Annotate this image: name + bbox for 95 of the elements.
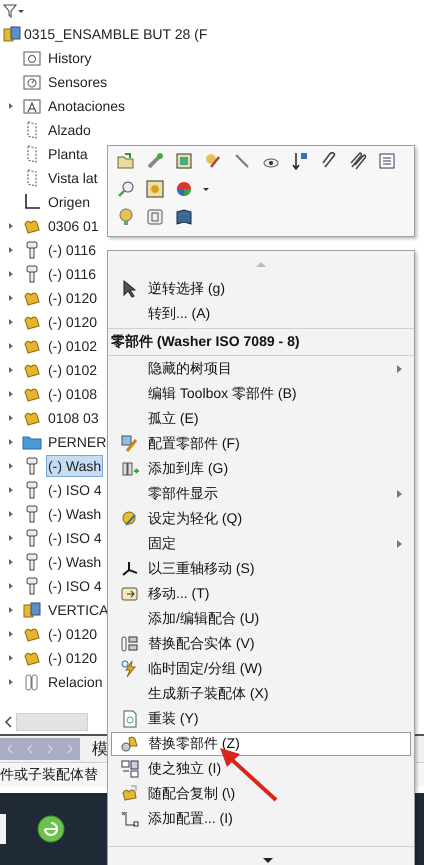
open-folder-icon[interactable] <box>116 151 136 171</box>
tree-item[interactable]: Relacion <box>46 671 104 693</box>
expand-arrow-icon[interactable] <box>8 462 14 470</box>
list-icon[interactable] <box>377 151 397 171</box>
assembly-icon <box>22 600 42 620</box>
menu-item[interactable]: 替换配合实体 (V) <box>111 632 411 656</box>
menu-item[interactable]: 孤立 (E) <box>111 407 411 431</box>
scroll-left-icon[interactable] <box>4 716 12 728</box>
tree-item[interactable]: (-) 0116 <box>46 263 98 285</box>
assembly-icon <box>2 24 22 44</box>
expand-arrow-icon[interactable] <box>8 390 14 398</box>
chevron-icon <box>46 744 54 754</box>
expand-arrow-icon[interactable] <box>8 438 14 446</box>
expand-arrow-icon[interactable] <box>8 606 14 614</box>
magnifier-icon[interactable] <box>116 179 136 199</box>
image-icon[interactable] <box>145 179 165 199</box>
menu-item[interactable]: 生成新子装配体 (X) <box>111 682 411 706</box>
arrow-down-icon[interactable] <box>290 151 310 171</box>
menu-item[interactable]: 替换零部件 (Z) <box>111 732 411 756</box>
tree-item[interactable]: (-) ISO 4 <box>46 479 104 501</box>
filter-icon <box>3 3 17 19</box>
tree-item[interactable]: VERTICA <box>46 599 110 621</box>
tree-item[interactable]: PERNER <box>46 431 108 453</box>
tree-item[interactable]: (-) 0102 <box>46 335 100 357</box>
tree-item[interactable]: (-) ISO 4 <box>46 527 104 549</box>
menu-item[interactable]: 添加/编辑配合 (U) <box>111 607 411 631</box>
tree-item[interactable]: Alzado <box>46 119 93 141</box>
tab[interactable]: 模 <box>92 738 108 760</box>
expand-arrow-icon[interactable] <box>8 630 14 638</box>
menu-item[interactable]: 重装 (Y) <box>111 707 411 731</box>
color-wheel-icon[interactable] <box>174 179 194 199</box>
tree-item[interactable]: History <box>46 47 94 69</box>
tree-item[interactable]: (-) Wash <box>46 551 104 573</box>
bracket-icon[interactable] <box>145 207 165 227</box>
expand-arrow-icon[interactable] <box>8 510 14 518</box>
expand-arrow-icon[interactable] <box>8 102 14 110</box>
expand-arrow-icon[interactable] <box>8 678 14 686</box>
tree-item[interactable]: Anotaciones <box>46 95 128 117</box>
menu-item[interactable]: 配置零部件 (F) <box>111 432 411 456</box>
tree-item[interactable]: (-) 0116 <box>46 239 98 261</box>
expand-arrow-icon[interactable] <box>8 318 14 326</box>
expand-arrow-icon[interactable] <box>8 582 14 590</box>
chevron-icon <box>26 744 34 754</box>
tree-item[interactable]: 0315_ENSAMBLE BUT 28 (F <box>22 23 210 45</box>
tree-item[interactable]: 0306 01 <box>46 215 101 237</box>
tree-item[interactable]: (-) 0120 <box>46 623 100 645</box>
tree-item[interactable]: Vista lat <box>46 167 100 189</box>
menu-item[interactable]: 添加到库 (G) <box>111 457 411 481</box>
menu-item[interactable]: 添加配置... (I) <box>111 807 411 831</box>
tree-item[interactable]: (-) 0120 <box>46 287 100 309</box>
tree-item[interactable]: (-) 0108 <box>46 383 100 405</box>
tree-item[interactable]: (-) 0120 <box>46 647 100 669</box>
chevron-icon <box>6 744 14 754</box>
menu-item[interactable]: 隐藏的树项目 <box>111 357 411 381</box>
origin-icon <box>22 192 42 212</box>
expand-arrow-icon[interactable] <box>8 558 14 566</box>
tree-item[interactable]: (-) ISO 4 <box>46 575 104 597</box>
double-paperclip-icon[interactable] <box>348 151 368 171</box>
expand-arrow-icon[interactable] <box>8 294 14 302</box>
expand-arrow-icon[interactable] <box>8 246 14 254</box>
menu-item[interactable]: 以三重轴移动 (S) <box>111 557 411 581</box>
menu-item[interactable]: 移动... (T) <box>111 582 411 606</box>
browser-icon[interactable] <box>36 814 66 844</box>
caret-icon <box>18 8 24 14</box>
menu-item[interactable]: 逆转选择 (g) <box>111 277 411 301</box>
frame-icon[interactable] <box>174 151 194 171</box>
scroll-down-icon[interactable] <box>263 858 273 864</box>
menu-item[interactable]: 设定为轻化 (Q) <box>111 507 411 531</box>
chevron-icon <box>66 744 74 754</box>
tree-item[interactable]: (-) 0120 <box>46 311 100 333</box>
wrench-icon[interactable] <box>145 151 165 171</box>
scrollbar-thumb[interactable] <box>16 713 88 731</box>
tree-item[interactable]: Sensores <box>46 71 110 93</box>
tree-item[interactable]: 0108 03 <box>46 407 101 429</box>
tree-item[interactable]: (-) Wash <box>46 503 104 525</box>
expand-arrow-icon[interactable] <box>8 486 14 494</box>
menu-item[interactable]: 临时固定/分组 (W) <box>111 657 411 681</box>
tree-item[interactable]: Planta <box>46 143 90 165</box>
menu-item[interactable]: 编辑 Toolbox 零部件 (B) <box>111 382 411 406</box>
caret-icon[interactable] <box>203 186 209 192</box>
tree-item[interactable]: (-) 0102 <box>46 359 100 381</box>
menu-item[interactable]: 零部件显示 <box>111 482 411 506</box>
tree-item[interactable]: Origen <box>46 191 92 213</box>
menu-item[interactable]: 固定 <box>111 532 411 556</box>
expand-arrow-icon[interactable] <box>8 366 14 374</box>
menu-header: 零部件 (Washer ISO 7089 - 8) <box>110 332 301 351</box>
expand-arrow-icon[interactable] <box>8 270 14 278</box>
tree-item[interactable]: (-) Wash <box>46 455 104 477</box>
expand-arrow-icon[interactable] <box>8 222 14 230</box>
expand-arrow-icon[interactable] <box>8 654 14 662</box>
menu-item[interactable]: 转到... (A) <box>111 302 411 326</box>
expand-arrow-icon[interactable] <box>8 414 14 422</box>
book-icon[interactable] <box>174 207 194 227</box>
expand-arrow-icon[interactable] <box>8 534 14 542</box>
expand-arrow-icon[interactable] <box>8 342 14 350</box>
